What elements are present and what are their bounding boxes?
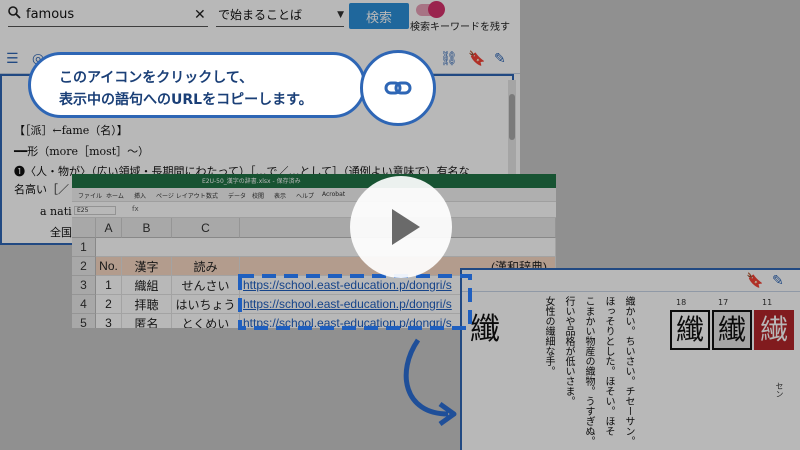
- play-icon[interactable]: [350, 176, 452, 278]
- dashed-selection-box: [238, 274, 472, 330]
